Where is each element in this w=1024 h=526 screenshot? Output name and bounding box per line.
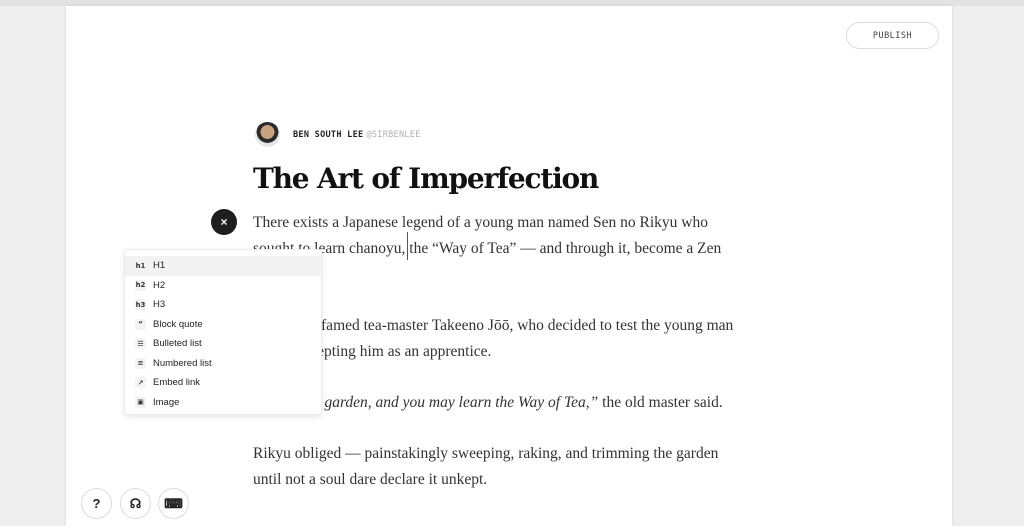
menu-item-label: Embed link	[153, 377, 200, 389]
paragraph-4-line-2: until not a soul dare declare it unkept.	[253, 471, 488, 488]
paragraph-3[interactable]: “Clean my garden, and you may learn the …	[253, 390, 783, 416]
text-cursor	[407, 232, 408, 260]
heading-3-icon: h3	[135, 299, 146, 311]
heading-2-icon: h2	[135, 279, 146, 291]
author-avatar	[255, 122, 280, 147]
menu-item-label: Numbered list	[153, 357, 212, 369]
image-icon: ▣	[135, 396, 146, 408]
paragraph-1[interactable]: There exists a Japanese legend of a youn…	[253, 210, 783, 262]
help-button[interactable]: ?	[81, 488, 112, 519]
menu-item-h2[interactable]: h2 H2	[125, 276, 321, 296]
menu-item-h1[interactable]: h1 H1	[125, 256, 321, 276]
paragraph-2[interactable]: sought the famed tea-master Takeeno Jōō,…	[253, 313, 783, 365]
keyboard-icon: ⌨	[164, 495, 183, 511]
author-byline: BEN SOUTH LEE @SIRBENLEE	[293, 130, 421, 142]
menu-item-label: H3	[153, 299, 166, 311]
paragraph-1-line-1: There exists a Japanese legend of a youn…	[253, 214, 708, 231]
numbered-list-icon: ≡	[135, 357, 146, 369]
audio-button[interactable]: ☊	[120, 488, 151, 519]
bulleted-list-icon: ☰	[135, 338, 146, 350]
paragraph-2-line-1: sought the famed tea-master Takeeno Jōō,…	[253, 317, 734, 334]
paragraph-1-line-2: sought to learn chanoyu, the “Way of Tea…	[253, 240, 722, 257]
help-icon: ?	[92, 496, 101, 511]
paragraph-4[interactable]: Rikyu obliged — painstakingly sweeping, …	[253, 441, 783, 493]
author-handle[interactable]: @SIRBENLEE	[366, 130, 420, 140]
menu-item-block-quote[interactable]: “ Block quote	[125, 315, 321, 335]
quote-icon: “	[135, 318, 146, 330]
quote-attribution: the old master said.	[598, 394, 723, 411]
insert-menu: h1 H1 h2 H2 h3 H3 “ Block quote ☰ Bullet…	[124, 249, 322, 415]
heading-1-icon: h1	[135, 260, 146, 272]
menu-item-label: Image	[153, 396, 180, 408]
menu-item-h3[interactable]: h3 H3	[125, 295, 321, 315]
menu-item-label: H2	[153, 279, 166, 291]
menu-item-label: Bulleted list	[153, 338, 202, 350]
menu-item-image[interactable]: ▣ Image	[125, 393, 321, 413]
author-name[interactable]: BEN SOUTH LEE	[293, 130, 363, 140]
menu-item-label: Block quote	[153, 318, 203, 330]
menu-item-embed-link[interactable]: ↗ Embed link	[125, 373, 321, 393]
close-icon: ×	[220, 215, 228, 229]
paragraph-4-line-1: Rikyu obliged — painstakingly sweeping, …	[253, 445, 719, 462]
link-icon: ↗	[135, 377, 146, 389]
close-insert-menu-button[interactable]: ×	[211, 209, 237, 235]
keyboard-button[interactable]: ⌨	[158, 488, 189, 519]
menu-item-bulleted-list[interactable]: ☰ Bulleted list	[125, 334, 321, 354]
article-title[interactable]: The Art of Imperfection	[253, 162, 599, 195]
menu-item-numbered-list[interactable]: ≡ Numbered list	[125, 354, 321, 374]
publish-button[interactable]: PUBLISH	[846, 22, 939, 49]
menu-item-label: H1	[153, 260, 166, 272]
headphones-icon: ☊	[129, 495, 142, 511]
